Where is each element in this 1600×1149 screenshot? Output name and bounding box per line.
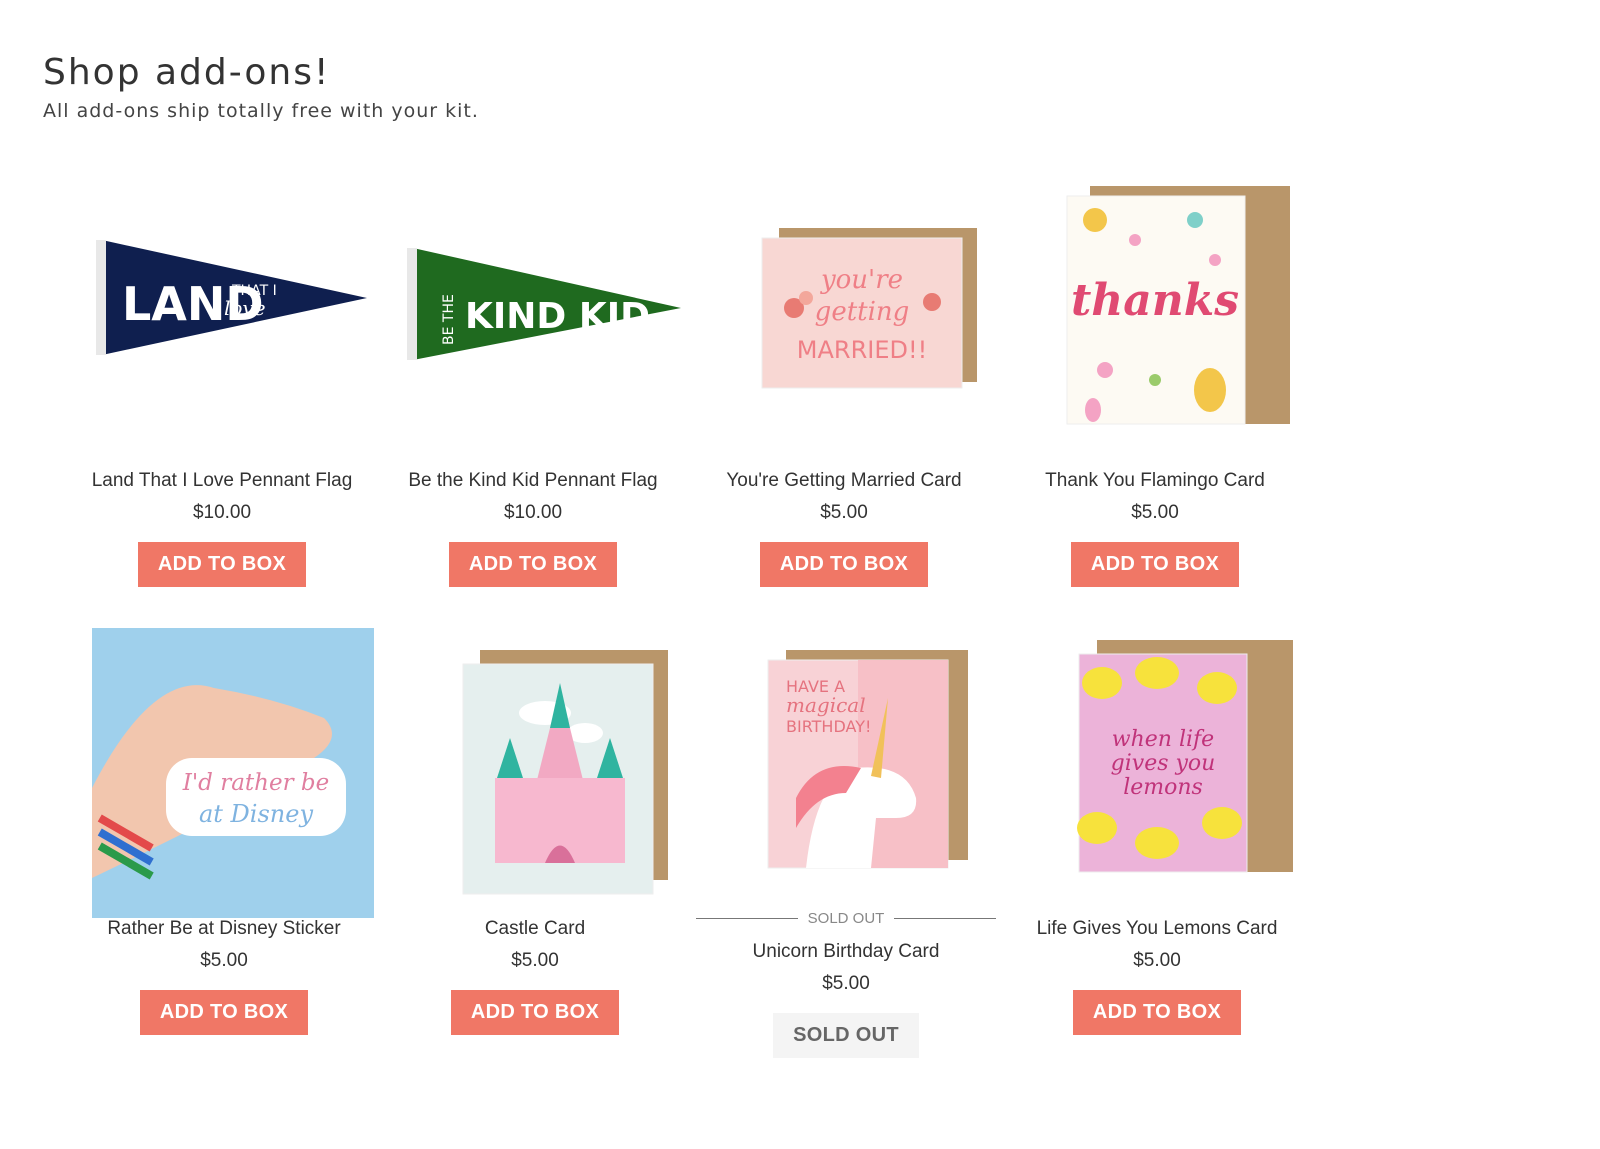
svg-text:when life: when life [1112,727,1214,752]
add-to-box-button[interactable]: ADD TO BOX [138,542,306,587]
add-to-box-button[interactable]: ADD TO BOX [140,990,308,1035]
product-price: $5.00 [200,950,248,971]
sold-out-divider: SOLD OUT [696,910,996,927]
product-price: $10.00 [192,502,252,523]
product-name[interactable]: Rather Be at Disney Sticker [64,918,384,940]
page-title: Shop add-ons! [43,52,331,94]
product-image[interactable]: I'd rather be at Disney [74,628,374,918]
product-price: $10.00 [503,502,563,523]
svg-text:I'd rather be: I'd rather be [182,770,329,796]
product-card: Castle Card $5.00 ADD TO BOX [375,628,695,1035]
add-to-box-button[interactable]: ADD TO BOX [760,542,928,587]
product-image[interactable]: thanks [1005,180,1305,470]
add-to-box-button[interactable]: ADD TO BOX [449,542,617,587]
svg-text:thanks: thanks [1071,275,1239,326]
product-card: I'd rather be at Disney Rather Be at Dis… [64,628,384,1035]
svg-text:BIRTHDAY!: BIRTHDAY! [786,717,871,736]
product-card: BE THE KIND KID Be the Kind Kid Pennant … [373,180,693,587]
svg-text:magical: magical [786,693,866,717]
pennant-text: KIND KID [465,296,650,337]
product-name[interactable]: Castle Card [375,918,695,940]
sold-out-label: SOLD OUT [807,910,885,927]
product-card: you're getting MARRIED!! You're Getting … [684,180,1004,587]
product-price: $5.00 [822,973,870,994]
svg-text:gives you: gives you [1111,751,1216,776]
product-name[interactable]: Be the Kind Kid Pennant Flag [373,470,693,492]
svg-text:you're: you're [820,265,903,295]
product-price: $5.00 [820,502,868,523]
product-image[interactable]: when life gives you lemons [1007,628,1307,918]
product-image[interactable]: LAND THAT I love [72,180,372,470]
svg-text:lemons: lemons [1123,775,1203,800]
svg-text:at Disney: at Disney [199,800,313,828]
add-to-box-button[interactable]: ADD TO BOX [1071,542,1239,587]
sold-out-button[interactable]: SOLD OUT [773,1013,919,1058]
product-image[interactable]: BE THE KIND KID [383,180,683,470]
product-card: LAND THAT I love Land That I Love Pennan… [62,180,382,587]
add-to-box-button[interactable]: ADD TO BOX [1073,990,1241,1035]
product-price: $5.00 [511,950,559,971]
product-name[interactable]: Life Gives You Lemons Card [997,918,1317,940]
svg-text:getting: getting [815,297,910,327]
product-image[interactable]: you're getting MARRIED!! [694,180,994,470]
divider-line [696,918,798,919]
product-price: $5.00 [1133,950,1181,971]
svg-text:BE THE: BE THE [441,294,457,345]
product-name[interactable]: Unicorn Birthday Card [686,941,1006,963]
product-card: HAVE A magical BIRTHDAY! SOLD OUT Unicor… [686,628,1006,1058]
product-image[interactable] [385,628,685,918]
product-name[interactable]: You're Getting Married Card [684,470,1004,492]
product-name[interactable]: Thank You Flamingo Card [995,470,1315,492]
page-subtitle: All add-ons ship totally free with your … [43,100,479,122]
divider-line [894,918,996,919]
product-name[interactable]: Land That I Love Pennant Flag [62,470,382,492]
add-to-box-button[interactable]: ADD TO BOX [451,990,619,1035]
svg-text:love: love [224,296,266,320]
svg-text:MARRIED!!: MARRIED!! [797,336,927,364]
product-card: thanks Thank You Flamingo Card $5.00 ADD… [995,180,1315,587]
product-image[interactable]: HAVE A magical BIRTHDAY! [696,628,996,910]
product-price: $5.00 [1131,502,1179,523]
product-card: when life gives you lemons Life Gives Yo… [997,628,1317,1035]
